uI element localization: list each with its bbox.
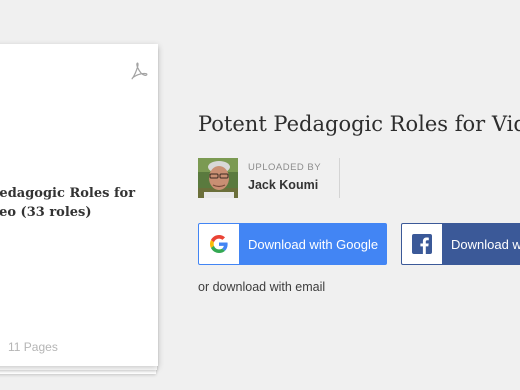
uploader-info: UPLOADED BY Jack Koumi	[198, 158, 341, 198]
page-count: 11 Pages	[8, 340, 58, 354]
google-icon	[210, 235, 228, 253]
uploaded-by-label: UPLOADED BY	[248, 162, 322, 173]
download-with-facebook-label: Download w	[451, 236, 520, 252]
document-cover-title: Pedagogic Roles for deo (33 roles)	[0, 184, 140, 222]
page-title: Potent Pedagogic Roles for Video (	[198, 112, 520, 136]
pdf-icon	[131, 62, 148, 80]
document-preview[interactable]: Pedagogic Roles for deo (33 roles) 11 Pa…	[0, 44, 158, 374]
download-with-email-link[interactable]: or download with email	[198, 280, 325, 294]
uploader-name-link[interactable]: Jack Koumi	[248, 176, 321, 194]
document-cover: Pedagogic Roles for deo (33 roles) 11 Pa…	[0, 44, 158, 366]
document-cover-title-line: deo (33 roles)	[0, 205, 92, 220]
download-with-google-button[interactable]: Download with Google	[198, 223, 387, 265]
page: Pedagogic Roles for deo (33 roles) 11 Pa…	[0, 0, 520, 390]
download-with-facebook-button[interactable]: Download w	[401, 223, 520, 265]
uploader-text: UPLOADED BY Jack Koumi	[248, 158, 341, 198]
avatar[interactable]	[198, 158, 238, 198]
document-cover-title-line: Pedagogic Roles for	[0, 186, 136, 201]
google-icon-box	[199, 224, 239, 264]
avatar-image	[198, 158, 238, 198]
facebook-icon-box	[402, 224, 442, 264]
facebook-icon	[412, 234, 432, 254]
download-with-google-label: Download with Google	[248, 236, 379, 252]
